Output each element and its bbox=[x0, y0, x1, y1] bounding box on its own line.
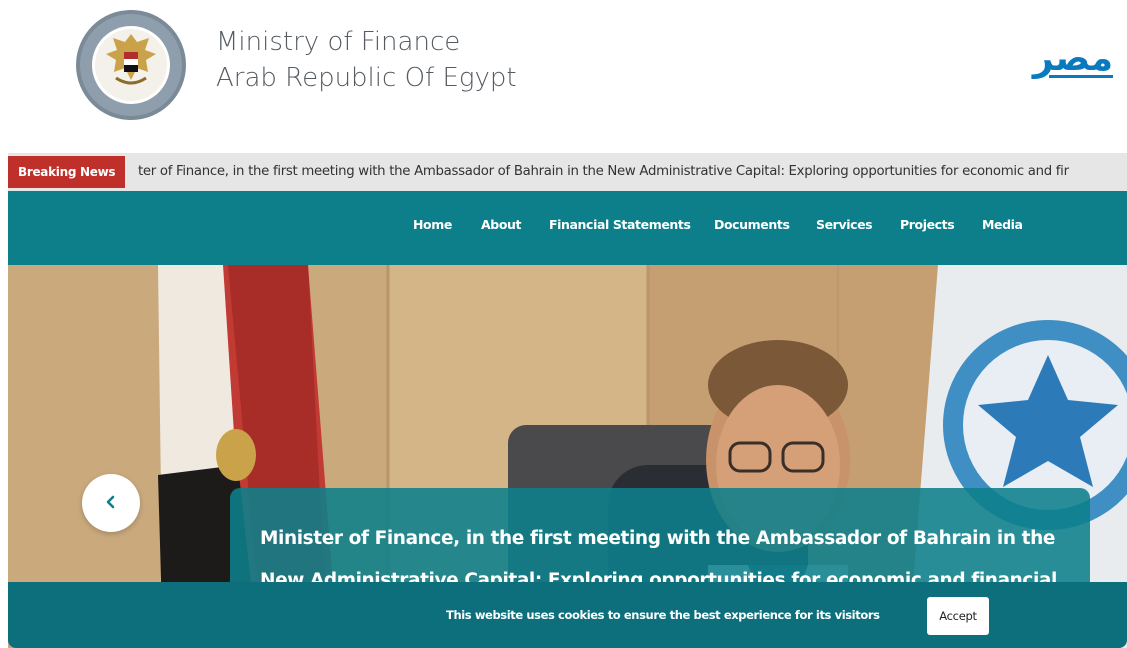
language-switch-link[interactable]: مصر bbox=[1033, 38, 1113, 79]
breaking-news-label: Breaking News bbox=[8, 156, 126, 188]
breaking-news-text[interactable]: ter of Finance, in the first meeting wit… bbox=[138, 153, 1069, 191]
brand-title: Ministry of Finance bbox=[216, 27, 461, 57]
brand-subtitle: Arab Republic Of Egypt bbox=[216, 63, 517, 93]
ministry-logo[interactable] bbox=[74, 8, 188, 122]
site-header: Ministry of Finance Arab Republic Of Egy… bbox=[8, 8, 1127, 153]
nav-item-home[interactable]: Home bbox=[413, 217, 452, 232]
nav-item-about[interactable]: About bbox=[481, 217, 521, 232]
nav-item-projects[interactable]: Projects bbox=[900, 217, 955, 232]
slider-prev-button[interactable] bbox=[82, 474, 140, 532]
site-brand: Ministry of Finance Arab Republic Of Egy… bbox=[216, 24, 517, 96]
page: Ministry of Finance Arab Republic Of Egy… bbox=[0, 0, 1127, 648]
chevron-left-icon bbox=[104, 494, 118, 513]
nav-item-documents[interactable]: Documents bbox=[714, 217, 790, 232]
nav-item-services[interactable]: Services bbox=[816, 217, 873, 232]
cookie-message: This website uses cookies to ensure the … bbox=[446, 608, 880, 622]
main-navbar: Home About Financial Statements Document… bbox=[8, 191, 1127, 265]
breaking-news-ticker: Breaking News ter of Finance, in the fir… bbox=[8, 153, 1127, 191]
cookie-accept-button[interactable]: Accept bbox=[927, 597, 989, 635]
cookie-consent-bar: This website uses cookies to ensure the … bbox=[8, 582, 1127, 648]
nav-item-media[interactable]: Media bbox=[982, 217, 1023, 232]
nav-item-financial-statements[interactable]: Financial Statements bbox=[549, 217, 691, 232]
